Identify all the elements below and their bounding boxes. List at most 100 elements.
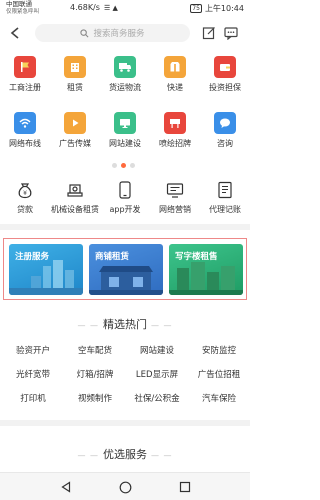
grid-item-label: 广告传媒 (59, 139, 91, 148)
hot-item[interactable]: 空车配货 (64, 344, 126, 356)
status-right: 75 上午10:44 (190, 3, 244, 14)
banner-shop-rental[interactable]: 商铺租赁 (89, 244, 163, 295)
hot-item[interactable]: LED显示屏 (126, 368, 188, 380)
ledger-icon (215, 180, 235, 200)
grid-item-label: 网络布线 (9, 139, 41, 148)
grid-item-advertising-media[interactable]: 广告传媒 (50, 112, 100, 149)
grid-item-express[interactable]: 快递 (150, 56, 200, 93)
search-placeholder: 搜索商务服务 (93, 29, 145, 39)
grid-item-label: 喷绘招牌 (159, 139, 191, 148)
title-dash-right: — — (151, 451, 173, 460)
grid-item-investment-guarantee[interactable]: 投资担保 (200, 56, 250, 93)
hot-item[interactable]: 验资开户 (2, 344, 64, 356)
truck-icon (114, 56, 136, 78)
service-network-marketing[interactable]: 网络营销 (150, 180, 200, 215)
title-dash-left: — — (77, 451, 99, 460)
grid-item-label: 工商注册 (9, 83, 41, 92)
grid-item-label: 租赁 (67, 83, 83, 92)
pager-dot-active[interactable] (121, 163, 126, 168)
service-label: app开发 (109, 205, 141, 214)
section-divider (0, 224, 250, 230)
title-dash-right: — — (151, 321, 173, 330)
grid-item-label: 投资担保 (209, 83, 241, 92)
hot-section-title: — — 精选热门 — — (0, 316, 250, 332)
banner-office-rental[interactable]: 写字楼租售 (169, 244, 243, 295)
machine-icon (65, 180, 85, 200)
banner-label: 写字楼租售 (175, 252, 218, 262)
pager-dot[interactable] (112, 163, 117, 168)
chat-icon (214, 112, 236, 134)
preferred-title-text: 优选服务 (103, 448, 147, 461)
banner-label: 注册服务 (15, 252, 50, 262)
building-icon (64, 56, 86, 78)
pager-dot[interactable] (130, 163, 135, 168)
service-app-dev[interactable]: app开发 (100, 180, 150, 215)
svg-text:¥: ¥ (23, 190, 27, 197)
triangle-back-icon (61, 481, 71, 493)
grid-item-website-building[interactable]: 网站建设 (100, 112, 150, 149)
hot-item[interactable]: 灯箱/招牌 (64, 368, 126, 380)
grid-item-consulting[interactable]: 咨询 (200, 112, 250, 149)
search-bar[interactable]: 搜索商务服务 (35, 24, 190, 42)
message-button[interactable] (222, 24, 240, 42)
service-machine-rental[interactable]: 机械设备租赁 (50, 180, 100, 215)
signal-icons: ☰ ▲ (104, 4, 118, 12)
carrier-info: 中国联通 仅限紧急呼叫 (6, 0, 40, 16)
banner-section: 注册服务 商铺租赁 写字楼租售 (3, 238, 247, 300)
network-speed: 4.68K/s (70, 3, 100, 12)
nav-home-button[interactable] (117, 479, 133, 495)
package-icon (164, 56, 186, 78)
service-bookkeeping[interactable]: 代理记账 (200, 180, 250, 215)
service-label: 贷款 (17, 205, 33, 214)
hot-item[interactable]: 打印机 (2, 392, 64, 404)
top-bar: 搜索商务服务 (0, 18, 250, 48)
nav-back-button[interactable] (58, 479, 74, 495)
circle-home-icon (119, 481, 131, 493)
service-label: 网络营销 (159, 205, 191, 214)
grid-item-network-cabling[interactable]: 网络布线 (0, 112, 50, 149)
clock: 上午10:44 (204, 4, 244, 13)
title-dash-left: — — (77, 321, 99, 330)
grid-item-label: 咨询 (217, 139, 233, 148)
search-icon (80, 28, 89, 37)
screen-icon (165, 180, 185, 200)
wallet-icon (214, 56, 236, 78)
phone-icon (115, 180, 135, 200)
hot-item[interactable]: 安防监控 (188, 344, 250, 356)
system-nav-bar (0, 472, 250, 500)
square-recent-icon (179, 481, 191, 493)
status-bar: 中国联通 仅限紧急呼叫 4.68K/s ☰ ▲ 75 上午10:44 (0, 0, 250, 18)
carrier-name: 中国联通 (6, 0, 32, 8)
grid-item-label: 快递 (167, 83, 183, 92)
play-icon (64, 112, 86, 134)
chevron-left-icon (10, 27, 19, 39)
banner-registration[interactable]: 注册服务 (9, 244, 83, 295)
service-loan[interactable]: ¥ 贷款 (0, 180, 50, 215)
hot-title-text: 精选热门 (103, 318, 147, 331)
hot-item[interactable]: 汽车保险 (188, 392, 250, 404)
hot-item[interactable]: 视频制作 (64, 392, 126, 404)
pager-dots (112, 163, 135, 168)
hot-item[interactable]: 光纤宽带 (2, 368, 64, 380)
grid-item-label: 货运物流 (109, 83, 141, 92)
nav-recent-button[interactable] (177, 479, 193, 495)
service-label: 机械设备租赁 (51, 205, 99, 214)
monitor-icon (114, 112, 136, 134)
hot-item[interactable]: 网站建设 (126, 344, 188, 356)
banner-label: 商铺租赁 (95, 252, 130, 262)
money-bag-icon: ¥ (15, 180, 35, 200)
message-icon (224, 27, 238, 40)
grid-item-business-registration[interactable]: 工商注册 (0, 56, 50, 93)
grid-item-rental[interactable]: 租赁 (50, 56, 100, 93)
flag-icon (14, 56, 36, 78)
preferred-section-title: — — 优选服务 — — (0, 446, 250, 462)
back-button[interactable] (6, 24, 24, 42)
edit-button[interactable] (200, 24, 218, 42)
grid-item-label: 网站建设 (109, 139, 141, 148)
hot-item[interactable]: 广告位招租 (188, 368, 250, 380)
grid-item-signboard[interactable]: 喷绘招牌 (150, 112, 200, 149)
grid-item-freight-logistics[interactable]: 货运物流 (100, 56, 150, 93)
hot-item[interactable]: 社保/公积金 (126, 392, 188, 404)
battery-icon: 75 (190, 4, 202, 13)
carrier-emergency: 仅限紧急呼叫 (6, 8, 40, 15)
